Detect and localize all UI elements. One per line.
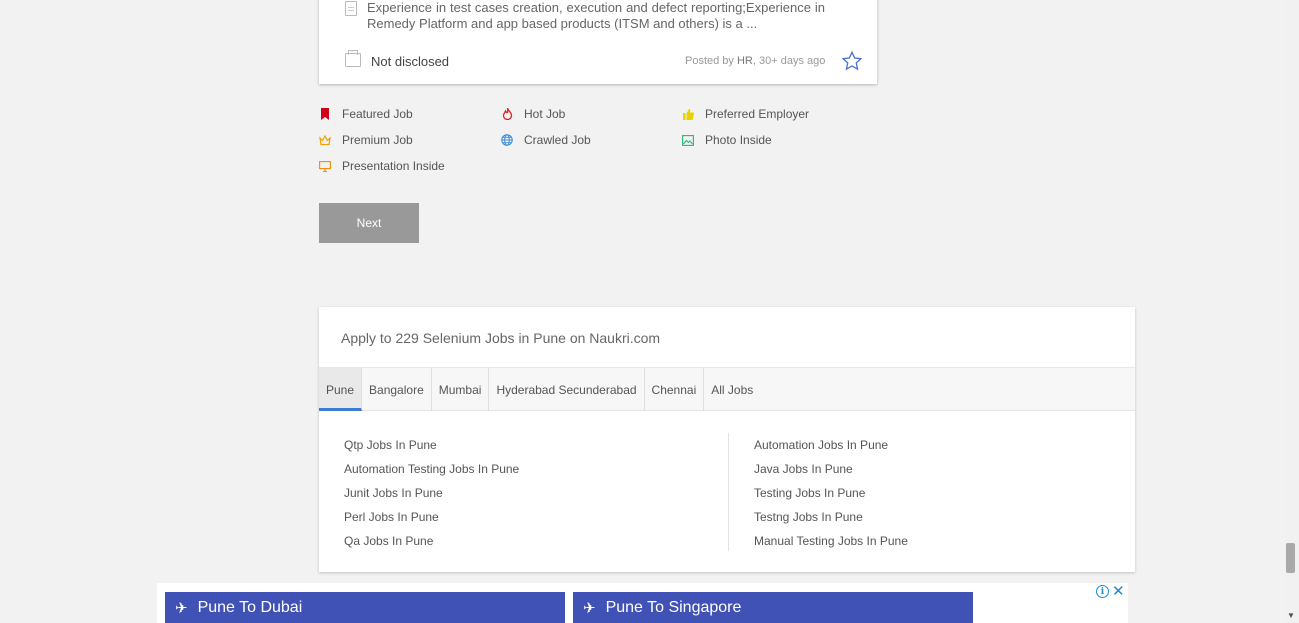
tab-chennai[interactable]: Chennai <box>645 368 705 411</box>
ad-info-icon[interactable]: i <box>1096 585 1109 598</box>
related-link[interactable]: Qtp Jobs In Pune <box>344 433 519 457</box>
tab-hyderabad-secunderabad[interactable]: Hyderabad Secunderabad <box>489 368 645 411</box>
related-jobs-panel: Apply to 229 Selenium Jobs in Pune on Na… <box>319 307 1135 572</box>
legend-crawled-label: Crawled Job <box>524 133 591 147</box>
related-link[interactable]: Qa Jobs In Pune <box>344 529 519 553</box>
job-description: Experience in test cases creation, execu… <box>367 0 825 31</box>
salary-text: Not disclosed <box>371 54 450 69</box>
posted-info: Posted by HR, 30+ days ago <box>685 55 825 67</box>
wallet-icon <box>345 50 361 67</box>
related-link[interactable]: Java Jobs In Pune <box>754 457 908 481</box>
related-links-right: Automation Jobs In Pune Java Jobs In Pun… <box>754 433 908 553</box>
tab-pune[interactable]: Pune <box>319 368 363 411</box>
column-divider <box>728 433 729 551</box>
legend-crawled: Crawled Job <box>501 133 591 147</box>
legend-preferred: Preferred Employer <box>682 107 809 121</box>
ad-button-pune-dubai[interactable]: ✈ Pune To Dubai <box>165 592 565 623</box>
legend-featured-label: Featured Job <box>342 107 413 121</box>
legend-hot-label: Hot Job <box>524 107 566 121</box>
ad-button-label: Pune To Singapore <box>605 598 742 616</box>
related-link[interactable]: Testng Jobs In Pune <box>754 505 908 529</box>
legend-premium-label: Premium Job <box>342 133 413 147</box>
image-icon <box>682 134 694 146</box>
job-card[interactable]: Experience in test cases creation, execu… <box>319 0 877 84</box>
ad-button-pune-singapore[interactable]: ✈ Pune To Singapore <box>573 592 973 623</box>
legend-presentation: Presentation Inside <box>319 159 445 173</box>
thumbs-up-icon <box>682 108 694 120</box>
legend-photo: Photo Inside <box>682 133 772 147</box>
related-link[interactable]: Testing Jobs In Pune <box>754 481 908 505</box>
posted-by: HR <box>736 55 753 67</box>
legend-photo-label: Photo Inside <box>705 133 772 147</box>
scroll-down-arrow-icon[interactable]: ▼ <box>1287 611 1295 620</box>
legend-featured: Featured Job <box>319 107 413 121</box>
ad-close-icon[interactable]: ✕ <box>1112 582 1125 600</box>
related-link[interactable]: Manual Testing Jobs In Pune <box>754 529 908 553</box>
next-page-button[interactable]: Next <box>319 203 419 243</box>
ad-button-label: Pune To Dubai <box>197 598 303 616</box>
legend-presentation-label: Presentation Inside <box>342 159 445 173</box>
bookmark-icon <box>319 108 331 120</box>
document-icon <box>345 1 357 16</box>
legend-premium: Premium Job <box>319 133 413 147</box>
related-link[interactable]: Automation Jobs In Pune <box>754 433 908 457</box>
legend-preferred-label: Preferred Employer <box>705 107 810 121</box>
related-links-left: Qtp Jobs In Pune Automation Testing Jobs… <box>344 433 519 553</box>
flame-icon <box>501 108 513 120</box>
airplane-icon: ✈ <box>175 599 188 617</box>
related-jobs-title: Apply to 229 Selenium Jobs in Pune on Na… <box>341 330 661 346</box>
save-star-icon[interactable] <box>841 50 863 72</box>
airplane-icon: ✈ <box>583 599 596 617</box>
tab-all-jobs[interactable]: All Jobs <box>704 368 760 411</box>
scrollbar-thumb[interactable] <box>1286 543 1295 573</box>
monitor-icon <box>319 160 331 172</box>
posted-age: , 30+ days ago <box>752 55 826 67</box>
page-scrollbar[interactable]: ▼ <box>1284 0 1299 623</box>
ad-banner: ✈ Pune To Dubai ✈ Pune To Singapore i ✕ <box>157 583 1128 623</box>
globe-icon <box>501 134 513 146</box>
related-link[interactable]: Perl Jobs In Pune <box>344 505 519 529</box>
related-link[interactable]: Junit Jobs In Pune <box>344 481 519 505</box>
posted-prefix: Posted by <box>685 55 734 67</box>
tab-bangalore[interactable]: Bangalore <box>362 368 432 411</box>
tab-mumbai[interactable]: Mumbai <box>432 368 490 411</box>
crown-icon <box>319 134 331 146</box>
city-tabs: Pune Bangalore Mumbai Hyderabad Secunder… <box>319 367 1135 411</box>
legend-hot: Hot Job <box>501 107 565 121</box>
related-link[interactable]: Automation Testing Jobs In Pune <box>344 457 519 481</box>
